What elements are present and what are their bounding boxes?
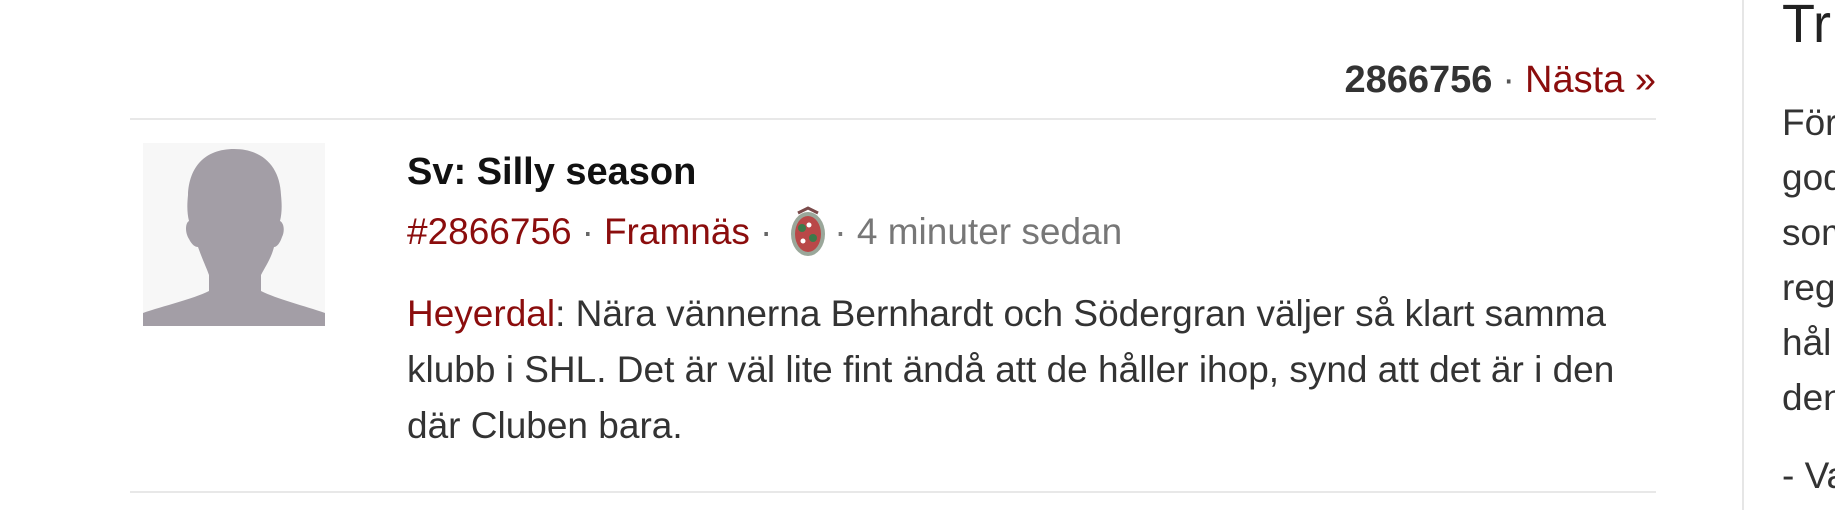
post-title: Sv: Silly season [407, 151, 697, 193]
forum-thread-main: 2866756 · Nästa » Sv: Silly season #286675… [130, 0, 1656, 510]
divider-bottom [130, 491, 1656, 493]
post-time: · 4 minuter sedan [834, 211, 1123, 252]
quoted-user-link[interactable]: Heyerdal [407, 293, 555, 334]
avatar[interactable] [143, 143, 325, 326]
next-post-link[interactable]: Nästa » [1525, 59, 1656, 101]
sidebar-divider [1742, 0, 1744, 510]
team-logo-icon [786, 204, 830, 260]
sidebar-title: Tr [1782, 0, 1831, 54]
sidebar-line: den [1782, 377, 1835, 418]
pager-separator: · [1502, 59, 1516, 101]
sidebar-text: För god som reg hål den [1782, 95, 1835, 425]
post-id-link[interactable]: #2866756 [407, 206, 572, 258]
sidebar-line: som [1782, 212, 1835, 253]
current-post-number: 2866756 [1344, 59, 1493, 101]
page: 2866756 · Nästa » Sv: Silly season #286675… [0, 0, 1835, 510]
sidebar-signature: - Va [1782, 455, 1835, 496]
post-body-text: : Nära vännerna Bernhardt och Södergran … [407, 293, 1615, 446]
sidebar-line: reg [1782, 267, 1835, 308]
post-pager: 2866756 · Nästa » [1344, 55, 1656, 105]
meta-separator: · [759, 211, 773, 252]
default-avatar-icon [143, 143, 325, 326]
sidebar-line: hål [1782, 322, 1832, 363]
sidebar: Tr För god som reg hål den - Va [1782, 0, 1835, 510]
meta-separator: · [581, 211, 594, 252]
divider-top [130, 118, 1656, 120]
post-author-link[interactable]: Framnäs [604, 206, 750, 258]
sidebar-line: För [1782, 102, 1835, 143]
post-body: Heyerdal: Nära vännerna Bernhardt och Sö… [407, 286, 1637, 454]
post-meta: #2866756 · Framnäs · · 4 minuter sedan [407, 204, 1637, 260]
forum-post: Sv: Silly season #2866756 · Framnäs · · … [407, 146, 1637, 454]
sidebar-line: god [1782, 157, 1835, 198]
